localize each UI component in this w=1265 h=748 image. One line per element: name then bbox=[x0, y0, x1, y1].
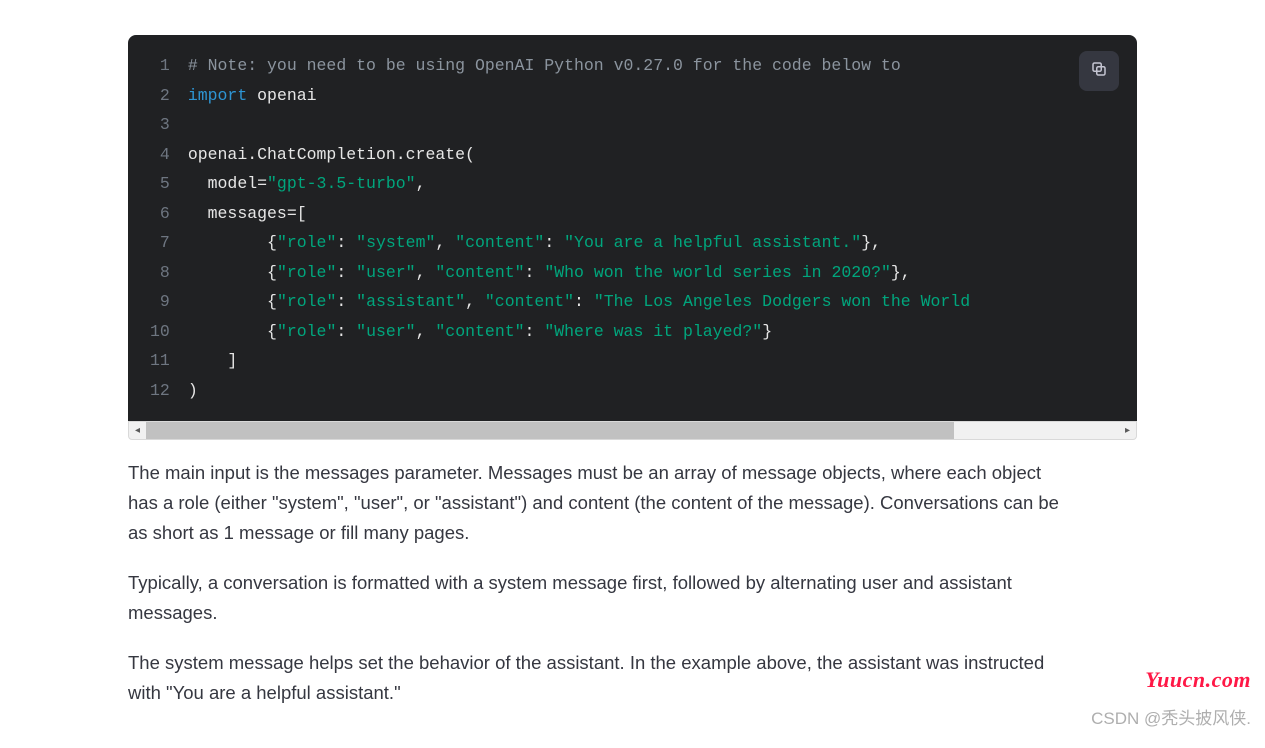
line-number: 1 bbox=[150, 51, 170, 81]
paragraph-2: Typically, a conversation is formatted w… bbox=[128, 568, 1068, 628]
code-block: 123456789101112 # Note: you need to be u… bbox=[128, 35, 1137, 440]
line-number: 8 bbox=[150, 258, 170, 288]
scrollbar-track[interactable] bbox=[146, 422, 1119, 439]
line-number: 12 bbox=[150, 376, 170, 406]
line-number: 7 bbox=[150, 228, 170, 258]
code-lines: # Note: you need to be using OpenAI Pyth… bbox=[188, 51, 1137, 405]
code-line: model="gpt-3.5-turbo", bbox=[188, 169, 1137, 199]
code-line: messages=[ bbox=[188, 199, 1137, 229]
line-number: 9 bbox=[150, 287, 170, 317]
line-number: 4 bbox=[150, 140, 170, 170]
code-line: ) bbox=[188, 376, 1137, 406]
code-line: ] bbox=[188, 346, 1137, 376]
code-line: {"role": "user", "content": "Where was i… bbox=[188, 317, 1137, 347]
line-number: 10 bbox=[150, 317, 170, 347]
line-number-gutter: 123456789101112 bbox=[128, 51, 188, 405]
line-number: 2 bbox=[150, 81, 170, 111]
paragraph-3: The system message helps set the behavio… bbox=[128, 648, 1068, 708]
code-line: import openai bbox=[188, 81, 1137, 111]
watermark-csdn: CSDN @秃头披风侠. bbox=[1091, 704, 1251, 729]
copy-button[interactable] bbox=[1079, 51, 1119, 91]
paragraph-1: The main input is the messages parameter… bbox=[128, 458, 1068, 548]
watermark-site: Yuucn.com bbox=[1145, 667, 1251, 693]
line-number: 11 bbox=[150, 346, 170, 376]
code-line: openai.ChatCompletion.create( bbox=[188, 140, 1137, 170]
horizontal-scrollbar[interactable]: ◂ ▸ bbox=[128, 421, 1137, 440]
scroll-left-arrow[interactable]: ◂ bbox=[129, 422, 146, 439]
scroll-right-arrow[interactable]: ▸ bbox=[1119, 422, 1136, 439]
code-line: {"role": "assistant", "content": "The Lo… bbox=[188, 287, 1137, 317]
code-area[interactable]: # Note: you need to be using OpenAI Pyth… bbox=[188, 51, 1137, 405]
line-number: 6 bbox=[150, 199, 170, 229]
copy-icon bbox=[1090, 60, 1108, 83]
code-line bbox=[188, 110, 1137, 140]
line-number: 3 bbox=[150, 110, 170, 140]
code-line: {"role": "user", "content": "Who won the… bbox=[188, 258, 1137, 288]
line-number: 5 bbox=[150, 169, 170, 199]
code-line: # Note: you need to be using OpenAI Pyth… bbox=[188, 51, 1137, 81]
page-container: 123456789101112 # Note: you need to be u… bbox=[0, 0, 1265, 748]
scrollbar-thumb[interactable] bbox=[146, 422, 954, 439]
code-line: {"role": "system", "content": "You are a… bbox=[188, 228, 1137, 258]
